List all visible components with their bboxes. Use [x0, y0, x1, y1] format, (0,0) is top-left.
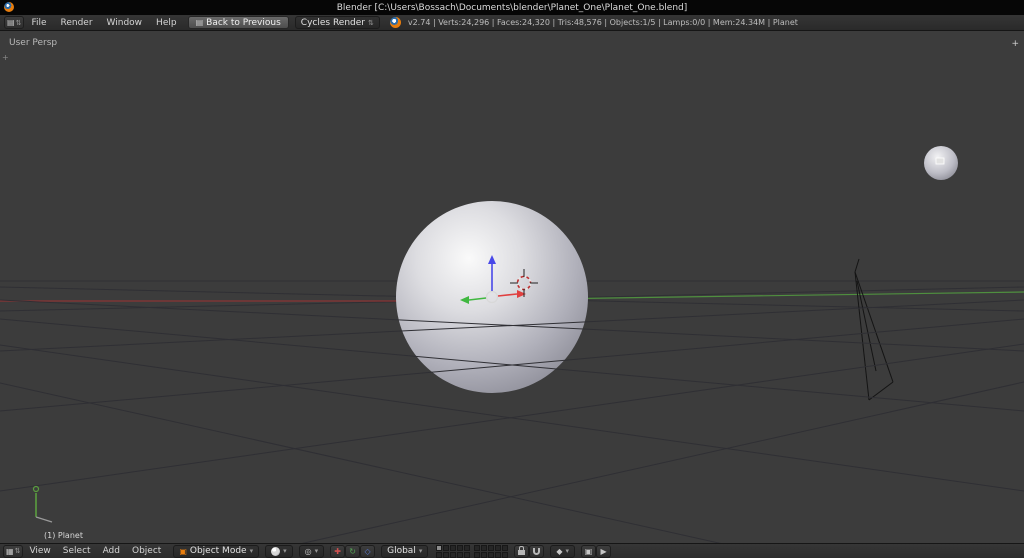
layer-cell[interactable] [464, 544, 471, 551]
screen-icon: ▤ [195, 18, 204, 27]
updown-chevron-icon: ⇅ [367, 18, 374, 27]
rotate-icon: ↻ [349, 546, 356, 556]
blender-window: Blender [C:\Users\Bossach\Documents\blen… [0, 0, 1024, 558]
active-object-label: (1) Planet [44, 531, 83, 540]
menu-select[interactable]: Select [57, 544, 97, 558]
engine-label: Cycles Render [300, 17, 365, 28]
menu-help[interactable]: Help [149, 15, 184, 31]
expand-region-icon[interactable]: + [1011, 39, 1019, 49]
layer-cell[interactable] [502, 544, 509, 551]
render-engine-select[interactable]: Cycles Render ⇅ [294, 16, 380, 29]
opengl-render-anim-button[interactable]: ▶ [596, 544, 612, 558]
layer-cell[interactable] [495, 551, 502, 558]
layer-cell[interactable] [464, 551, 471, 558]
layer-cell[interactable] [457, 544, 464, 551]
mini-axis-gizmo [32, 485, 53, 523]
scale-icon: ◇ [364, 546, 371, 556]
layer-cell[interactable] [474, 551, 481, 558]
texture-marker [935, 157, 945, 165]
moon-object[interactable] [924, 146, 958, 180]
updown-chevron-icon: ⇅ [14, 547, 21, 555]
layer-cell[interactable] [502, 551, 509, 558]
menu-add[interactable]: Add [97, 544, 126, 558]
layer-cell[interactable] [495, 544, 502, 551]
pivot-point-select[interactable]: ◎ ▾ [298, 544, 325, 558]
layer-cell[interactable] [481, 551, 488, 558]
title-bar: Blender [C:\Users\Bossach\Documents\blen… [0, 0, 1024, 15]
translate-icon: ✚ [334, 546, 341, 556]
shading-ball-icon [271, 546, 281, 556]
viewport-editor-icon: ▦ [6, 546, 14, 556]
layer-cell[interactable] [443, 544, 450, 551]
view-persp-label: User Persp [9, 38, 58, 48]
render-anim-icon: ▶ [600, 546, 607, 556]
menu-render[interactable]: Render [54, 15, 100, 31]
viewport-shading-select[interactable]: ▾ [265, 544, 293, 558]
interaction-mode-select[interactable]: ▣ Object Mode ▾ [173, 544, 260, 558]
back-to-previous-button[interactable]: ▤ Back to Previous [187, 16, 289, 29]
menu-object[interactable]: Object [126, 544, 167, 558]
scale-manipulator-button[interactable]: ◇ [360, 544, 376, 558]
orientation-label: Global [387, 546, 416, 556]
translate-manipulator-button[interactable]: ✚ [330, 544, 346, 558]
rotate-manipulator-button[interactable]: ↻ [345, 544, 361, 558]
expand-region-left-icon[interactable]: + [2, 53, 9, 62]
opengl-render-still-button[interactable]: ▣ [581, 544, 597, 558]
blender-logo-icon [4, 2, 14, 12]
info-editor-icon: ▤ [7, 18, 15, 27]
chevron-down-icon: ▾ [314, 547, 319, 555]
chevron-down-icon: ▾ [565, 547, 570, 555]
layers-widget[interactable] [436, 544, 509, 558]
menu-view[interactable]: View [23, 544, 56, 558]
window-title: Blender [C:\Users\Bossach\Documents\blen… [336, 2, 688, 13]
scene-stats-text: v2.74 | Verts:24,296 | Faces:24,320 | Tr… [407, 18, 798, 27]
pivot-icon: ◎ [304, 546, 312, 556]
layer-group-left[interactable] [436, 544, 471, 558]
menu-file[interactable]: File [24, 15, 53, 31]
layer-cell[interactable] [457, 551, 464, 558]
layer-cell[interactable] [488, 544, 495, 551]
planet-object[interactable] [396, 201, 588, 393]
updown-chevron-icon: ⇅ [15, 18, 22, 27]
layer-cell[interactable] [450, 551, 457, 558]
menu-window[interactable]: Window [100, 15, 150, 31]
layer-cell[interactable] [450, 544, 457, 551]
editor-type-button[interactable]: ▤ ⇅ [4, 16, 25, 29]
layer-cell[interactable] [488, 551, 495, 558]
layer-cell[interactable] [436, 551, 443, 558]
transform-orientation-select[interactable]: Global ▾ [381, 544, 429, 558]
layer-cell[interactable] [474, 544, 481, 551]
chevron-down-icon: ▾ [249, 547, 254, 555]
render-camera-icon: ▣ [584, 546, 593, 556]
magnet-icon [533, 547, 541, 555]
lock-icon [518, 546, 526, 555]
mode-label: Object Mode [189, 546, 247, 556]
layer-cell[interactable] [443, 551, 450, 558]
back-to-previous-label: Back to Previous [206, 17, 281, 28]
layer-cell[interactable] [481, 544, 488, 551]
snap-toggle-button[interactable] [529, 544, 545, 558]
viewport-header-bar: ▦ ⇅ View Select Add Object ▣ Object Mode… [0, 543, 1024, 558]
info-header-bar: ▤ ⇅ File Render Window Help ▤ Back to Pr… [0, 15, 1024, 31]
chevron-down-icon: ▾ [418, 547, 423, 555]
chevron-down-icon: ▾ [283, 547, 287, 555]
layer-group-right[interactable] [474, 544, 509, 558]
viewport-3d[interactable]: User Persp (1) Planet + + [0, 31, 1024, 543]
camera-object[interactable] [854, 258, 894, 401]
blender-logo-icon [389, 17, 401, 28]
snap-element-icon: ◆ [556, 546, 563, 556]
object-mode-icon: ▣ [179, 546, 187, 556]
snap-element-select[interactable]: ◆ ▾ [550, 544, 576, 558]
editor-type-button-3dview[interactable]: ▦ ⇅ [3, 544, 24, 558]
scene-lock-button[interactable] [514, 544, 530, 558]
layer-cell[interactable] [436, 544, 443, 551]
